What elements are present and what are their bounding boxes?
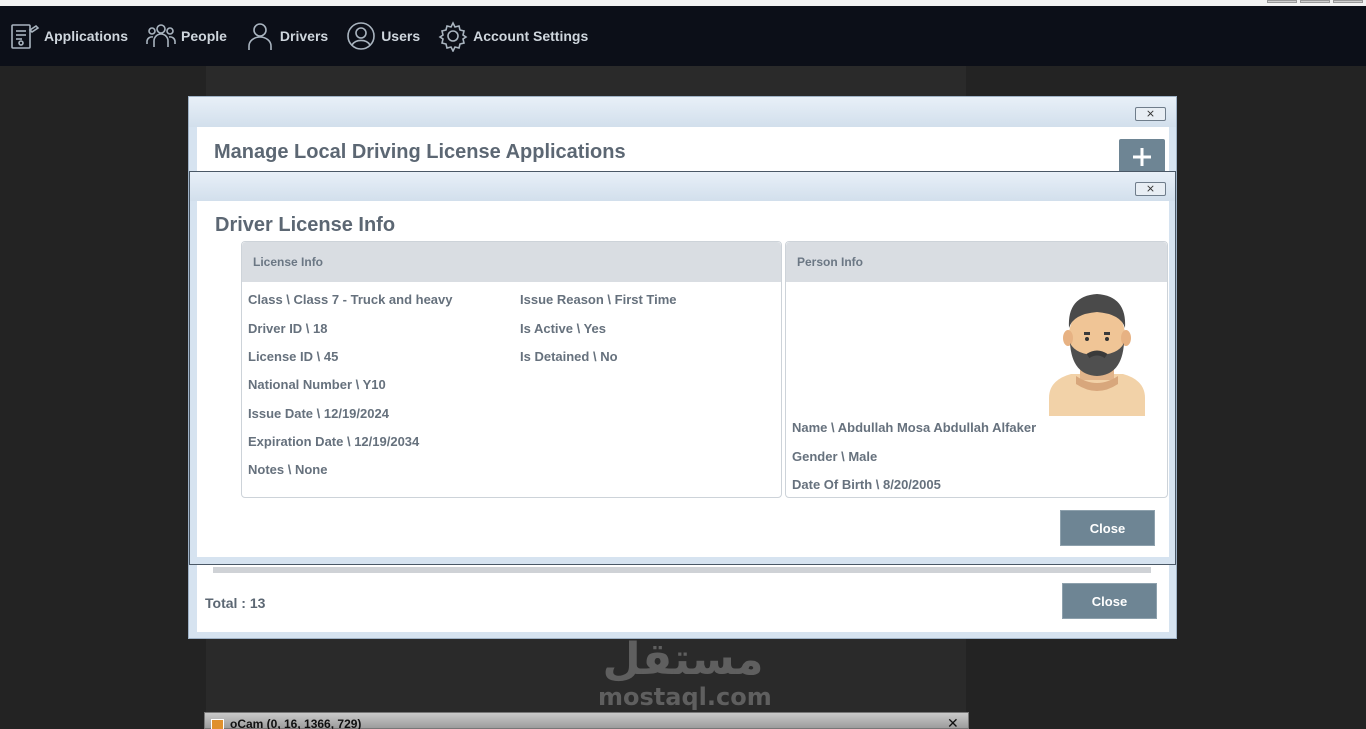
maximize-control[interactable] bbox=[1300, 0, 1330, 3]
expiration-date: Expiration Date \ 12/19/2034 bbox=[248, 434, 420, 449]
horizontal-scrollbar[interactable] bbox=[213, 567, 1151, 573]
total-count: Total : 13 bbox=[205, 595, 266, 611]
person-info-header: Person Info bbox=[786, 242, 1167, 282]
people-icon bbox=[146, 24, 176, 47]
nav-users-label: Users bbox=[381, 28, 421, 44]
close-control[interactable] bbox=[1333, 0, 1363, 3]
person-date-of-birth: Date Of Birth \ 8/20/2005 bbox=[792, 477, 941, 492]
add-application-button[interactable] bbox=[1119, 139, 1165, 175]
dialog-close-icon[interactable]: ⨯ bbox=[1135, 107, 1166, 121]
is-active: Is Active \ Yes bbox=[520, 321, 607, 336]
nav-applications-label: Applications bbox=[44, 28, 129, 44]
nav-people-label: People bbox=[181, 28, 227, 44]
national-number: National Number \ Y10 bbox=[248, 377, 386, 392]
driver-id: Driver ID \ 18 bbox=[248, 321, 328, 336]
applications-icon bbox=[11, 24, 40, 49]
driver-icon bbox=[248, 23, 272, 50]
person-info-group: Person Info Name \ Abdullah Mosa Abdulla… bbox=[785, 241, 1168, 498]
issue-date: Issue Date \ 12/19/2024 bbox=[248, 406, 389, 421]
user-circle-icon bbox=[347, 22, 375, 50]
person-avatar-icon bbox=[1049, 294, 1145, 416]
dialog-titlebar bbox=[189, 97, 1176, 127]
notes: Notes \ None bbox=[248, 462, 328, 477]
ocam-app-icon bbox=[211, 719, 224, 729]
nav-drivers-label: Drivers bbox=[279, 28, 329, 44]
gear-icon bbox=[438, 21, 468, 52]
watermark-arabic: مستقل bbox=[602, 634, 764, 685]
nav-drivers[interactable]: Drivers bbox=[244, 20, 328, 52]
nav-account-settings-label: Account Settings bbox=[473, 28, 589, 44]
is-detained: Is Detained \ No bbox=[520, 349, 618, 364]
close-button[interactable]: Close bbox=[1060, 510, 1155, 546]
page-title: Manage Local Driving License Application… bbox=[214, 141, 626, 163]
license-id: License ID \ 45 bbox=[248, 349, 339, 364]
main-navbar: Applications People Drivers Users Accoun… bbox=[0, 6, 1366, 66]
ocam-capture-window[interactable]: oCam (0, 16, 1366, 729) ✕ bbox=[204, 712, 969, 729]
watermark-logo: مستقل mostaql.com bbox=[598, 634, 772, 711]
watermark-latin: mostaql.com bbox=[598, 683, 772, 711]
nav-users[interactable]: Users bbox=[345, 20, 420, 52]
person-gender: Gender \ Male bbox=[792, 449, 878, 464]
license-class: Class \ Class 7 - Truck and heavy bbox=[248, 292, 453, 307]
license-info-header: License Info bbox=[242, 242, 781, 282]
dialog-title: Driver License Info bbox=[215, 214, 396, 236]
ocam-title: oCam (0, 16, 1366, 729) bbox=[230, 717, 362, 729]
person-name: Name \ Abdullah Mosa Abdullah Alfaker bbox=[792, 420, 1037, 435]
nav-applications[interactable]: Applications bbox=[8, 20, 128, 52]
nav-people[interactable]: People bbox=[145, 20, 227, 52]
issue-reason: Issue Reason \ First Time bbox=[520, 292, 677, 307]
minimize-control[interactable] bbox=[1267, 0, 1297, 3]
close-button[interactable]: Close bbox=[1062, 583, 1157, 619]
nav-account-settings[interactable]: Account Settings bbox=[437, 20, 588, 52]
dialog-close-icon[interactable]: ⨯ bbox=[1135, 182, 1166, 196]
plus-icon bbox=[1133, 148, 1151, 166]
dialog-content: Driver License Info License Info Class \… bbox=[197, 201, 1169, 557]
driver-license-info-dialog: ⨯ Driver License Info License Info Class… bbox=[189, 171, 1176, 565]
ocam-close-icon[interactable]: ✕ bbox=[947, 715, 959, 729]
license-info-group: License Info Class \ Class 7 - Truck and… bbox=[241, 241, 782, 498]
dialog-titlebar bbox=[190, 172, 1175, 201]
